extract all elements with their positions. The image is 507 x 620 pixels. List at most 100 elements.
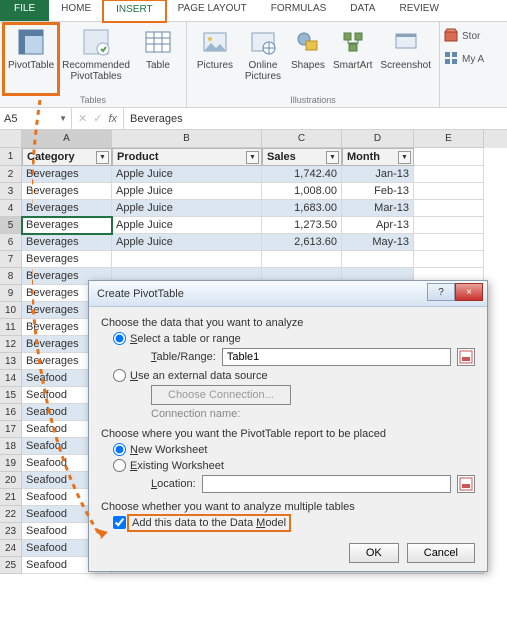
cell-sales[interactable]: 1,683.00 <box>262 200 342 217</box>
tab-insert[interactable]: INSERT <box>103 0 166 22</box>
cell-month[interactable]: Feb-13 <box>342 183 414 200</box>
col-header-b[interactable]: B <box>112 130 262 148</box>
cell-empty[interactable] <box>414 251 484 268</box>
row-header[interactable]: 16 <box>0 404 22 421</box>
filter-dropdown-icon[interactable]: ▼ <box>326 151 339 164</box>
cell-product[interactable] <box>112 251 262 268</box>
name-box[interactable]: A5 ▼ <box>0 108 72 129</box>
filter-dropdown-icon[interactable]: ▼ <box>246 151 259 164</box>
select-table-radio[interactable]: Select a table or range <box>113 332 241 345</box>
table-button[interactable]: Table <box>134 24 182 94</box>
external-source-radio[interactable]: Use an external data source <box>113 369 268 382</box>
row-header[interactable]: 24 <box>0 540 22 557</box>
location-input[interactable] <box>202 475 451 493</box>
row-header[interactable]: 10 <box>0 302 22 319</box>
filter-category[interactable]: Category▼ <box>22 148 112 166</box>
cell-product[interactable]: Apple Juice <box>112 166 262 183</box>
cell-product[interactable]: Apple Juice <box>112 183 262 200</box>
cancel-button[interactable]: Cancel <box>407 543 475 563</box>
cell-month[interactable]: Mar-13 <box>342 200 414 217</box>
row-header[interactable]: 18 <box>0 438 22 455</box>
cell-category[interactable]: Beverages <box>22 183 112 200</box>
tab-formulas[interactable]: FORMULAS <box>259 0 339 21</box>
online-pictures-button[interactable]: Online Pictures <box>239 24 287 94</box>
cell-empty[interactable] <box>414 200 484 217</box>
cancel-formula-icon[interactable]: ✕ <box>78 112 87 125</box>
col-header-c[interactable]: C <box>262 130 342 148</box>
row-header[interactable]: 21 <box>0 489 22 506</box>
cell-month[interactable]: Jan-13 <box>342 166 414 183</box>
row-header[interactable]: 11 <box>0 319 22 336</box>
row-header[interactable]: 9 <box>0 285 22 302</box>
recommended-pivot-button[interactable]: Recommended PivotTables <box>58 24 134 94</box>
store-button[interactable]: Stor <box>444 28 503 45</box>
shapes-button[interactable]: Shapes <box>287 24 329 94</box>
cell-sales[interactable]: 1,742.40 <box>262 166 342 183</box>
choose-connection-button[interactable]: Choose Connection... <box>151 385 291 405</box>
pivot-table-button[interactable]: PivotTable <box>4 24 58 94</box>
row-header[interactable]: 19 <box>0 455 22 472</box>
filter-month[interactable]: Month▼ <box>342 148 414 166</box>
collapse-dialog-icon[interactable] <box>457 348 475 366</box>
fx-icon[interactable]: fx <box>108 113 117 125</box>
my-apps-button[interactable]: My A <box>444 51 503 68</box>
cell-sales[interactable] <box>262 251 342 268</box>
cell-sales[interactable]: 1,008.00 <box>262 183 342 200</box>
select-all-corner[interactable] <box>0 130 22 148</box>
tab-review[interactable]: REVIEW <box>387 0 450 21</box>
enter-formula-icon[interactable]: ✓ <box>93 112 102 125</box>
row-header[interactable]: 12 <box>0 336 22 353</box>
tab-page-layout[interactable]: PAGE LAYOUT <box>166 0 259 21</box>
collapse-dialog-icon[interactable] <box>457 475 475 493</box>
cell-e1[interactable] <box>414 148 484 166</box>
chevron-down-icon[interactable]: ▼ <box>59 114 67 123</box>
row-header[interactable]: 2 <box>0 166 22 183</box>
filter-sales[interactable]: Sales▼ <box>262 148 342 166</box>
smartart-button[interactable]: SmartArt <box>329 24 376 94</box>
cell-product[interactable]: Apple Juice <box>112 217 262 234</box>
existing-worksheet-radio[interactable]: Existing Worksheet <box>113 459 224 472</box>
col-header-a[interactable]: A <box>22 130 112 148</box>
row-header[interactable]: 3 <box>0 183 22 200</box>
cell-category[interactable]: Beverages <box>22 200 112 217</box>
cell-empty[interactable] <box>414 217 484 234</box>
row-header[interactable]: 5 <box>0 217 22 234</box>
cell-category[interactable]: Beverages <box>22 234 112 251</box>
col-header-d[interactable]: D <box>342 130 414 148</box>
dialog-close-button[interactable]: × <box>455 283 483 301</box>
row-header[interactable]: 17 <box>0 421 22 438</box>
cell-month[interactable]: May-13 <box>342 234 414 251</box>
cell-category[interactable]: Beverages <box>22 217 112 234</box>
row-header[interactable]: 4 <box>0 200 22 217</box>
row-header[interactable]: 8 <box>0 268 22 285</box>
row-header[interactable]: 7 <box>0 251 22 268</box>
cell-empty[interactable] <box>414 183 484 200</box>
cell-category[interactable]: Beverages <box>22 166 112 183</box>
col-header-e[interactable]: E <box>414 130 484 148</box>
cell-product[interactable]: Apple Juice <box>112 200 262 217</box>
row-header[interactable]: 20 <box>0 472 22 489</box>
row-header[interactable]: 23 <box>0 523 22 540</box>
cell-empty[interactable] <box>414 166 484 183</box>
row-header[interactable]: 6 <box>0 234 22 251</box>
cell-product[interactable]: Apple Juice <box>112 234 262 251</box>
row-header[interactable]: 14 <box>0 370 22 387</box>
pictures-button[interactable]: Pictures <box>191 24 239 94</box>
dialog-help-button[interactable]: ? <box>427 283 455 301</box>
tab-file[interactable]: FILE <box>0 0 49 21</box>
data-model-checkbox[interactable]: Add this data to the Data Model <box>113 516 288 529</box>
tab-data[interactable]: DATA <box>338 0 387 21</box>
filter-product[interactable]: Product▼ <box>112 148 262 166</box>
new-worksheet-radio[interactable]: New Worksheet <box>113 443 207 456</box>
filter-dropdown-icon[interactable]: ▼ <box>398 151 411 164</box>
row-header[interactable]: 22 <box>0 506 22 523</box>
cell-month[interactable]: Apr-13 <box>342 217 414 234</box>
formula-input[interactable]: Beverages <box>124 108 507 129</box>
row-header[interactable]: 15 <box>0 387 22 404</box>
screenshot-button[interactable]: Screenshot <box>376 24 435 94</box>
row-header[interactable]: 25 <box>0 557 22 574</box>
filter-dropdown-icon[interactable]: ▼ <box>96 151 109 164</box>
row-header-1[interactable]: 1 <box>0 148 22 166</box>
cell-empty[interactable] <box>414 234 484 251</box>
table-range-input[interactable] <box>222 348 451 366</box>
